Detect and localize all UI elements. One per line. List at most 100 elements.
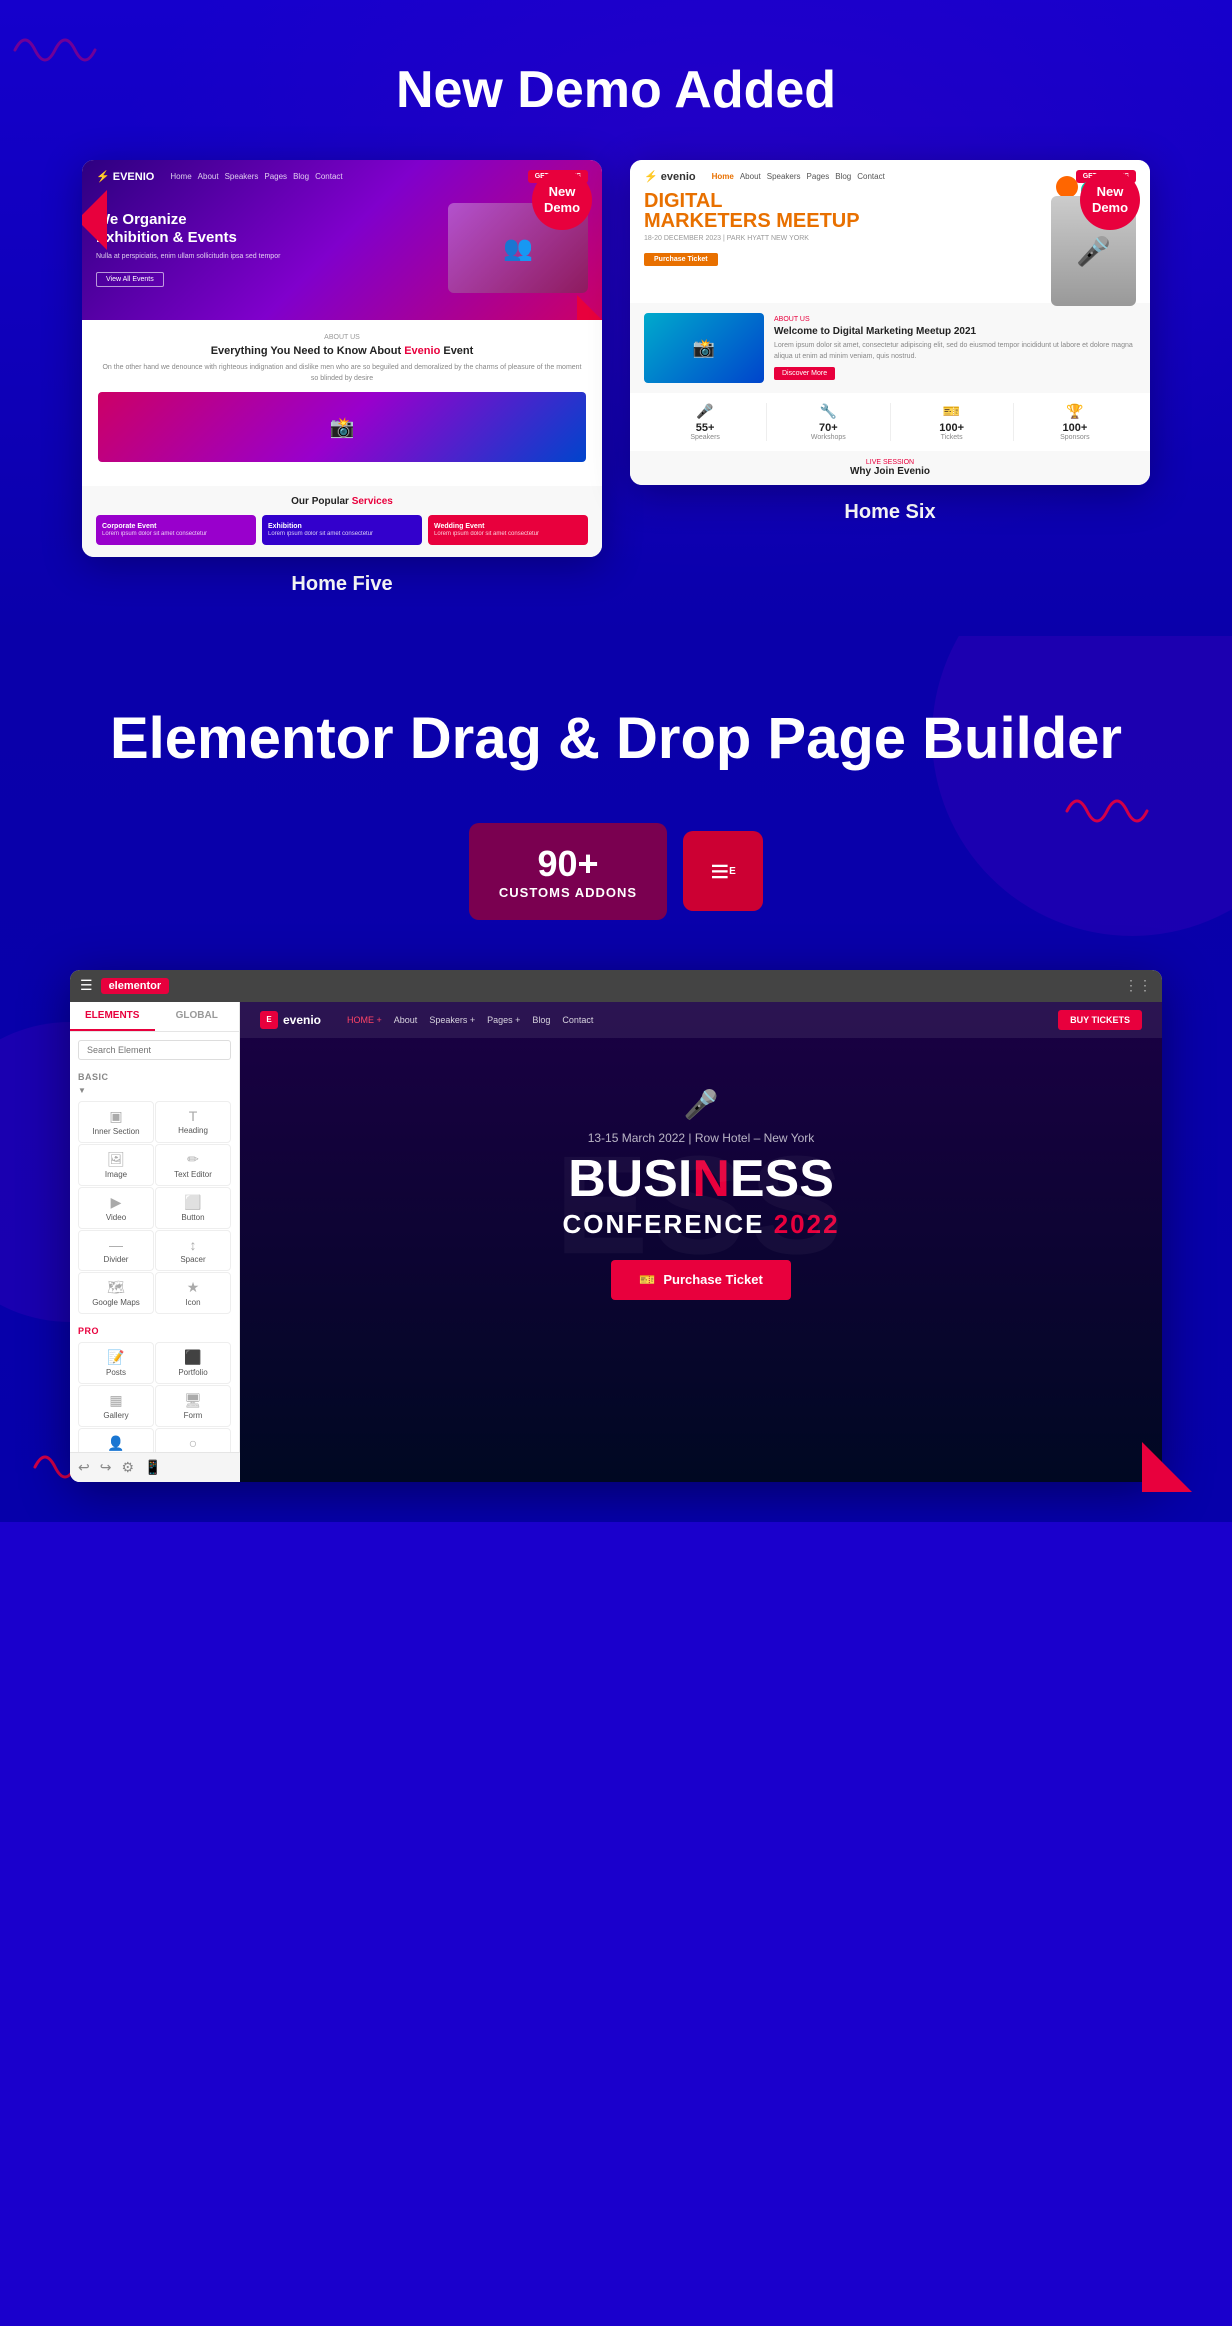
elementor-section: Elementor Drag & Drop Page Builder 90+ C… [0,636,1232,1522]
addons-label: CUSTOMS ADDONS [499,885,637,900]
card-six-logo: ⚡ evenio [644,170,696,183]
widget-google-maps[interactable]: 🗺 Google Maps [78,1272,154,1314]
widget-label: Spacer [160,1255,226,1264]
widget-inner-section[interactable]: ▣ Inner Section [78,1101,154,1143]
nav-link-pages[interactable]: Pages + [487,1015,520,1025]
card-five-hero-btn[interactable]: View All Events [96,272,164,287]
stat-workshops-num: 70+ [767,422,889,434]
card-six-why-title: Why Join Evenio [644,466,1136,477]
purchase-ticket-button[interactable]: 🎫 Purchase Ticket [611,1260,791,1300]
image-icon: 🖼 [83,1151,149,1168]
history-icon[interactable]: ↩ [78,1459,90,1476]
gallery-icon: ▦ [83,1392,149,1409]
card-five-services-grid: Corporate EventLorem ipsum dolor sit ame… [96,515,588,545]
redo-icon[interactable]: ↪ [100,1459,112,1476]
stat-speakers-icon: 🎤 [644,403,766,420]
card-six-about: 📸 ABOUT US Welcome to Digital Marketing … [630,303,1150,393]
text-editor-icon: ✏ [160,1151,226,1168]
card-six-nav-links: HomeAboutSpeakersPagesBlogContact [712,172,885,181]
elementor-main: ELEMENTS GLOBAL BASIC ▼ ▣ Inner Section [70,1002,1162,1482]
settings-icon[interactable]: ⚙ [121,1459,134,1476]
sidebar-toggle-label: ▼ [78,1086,86,1095]
device-icon[interactable]: 📱 [144,1459,161,1476]
nav-link-speakers[interactable]: Speakers + [429,1015,475,1025]
posts-icon: 📝 [83,1349,149,1366]
elementor-badges-row: 90+ CUSTOMS ADDONS ≡ E [60,823,1172,920]
divider-icon: — [83,1237,149,1253]
card-six-hero-btn[interactable]: Purchase Ticket [644,253,718,266]
canvas-hero-year: 2022 [774,1209,840,1239]
card-six-about-label: ABOUT US [774,316,1136,323]
form-icon: 🖥 [160,1392,226,1409]
canvas-hero-subtitle: CONFERENCE 2022 [280,1209,1122,1240]
tab-elements[interactable]: ELEMENTS [70,1002,155,1031]
card-six-about-title: Welcome to Digital Marketing Meetup 2021 [774,326,1136,337]
deco-triangle-bottom-right [1142,1442,1192,1492]
demo-card-five[interactable]: NewDemo ⚡ EVENIO HomeAboutSpeakersPagesB… [82,160,602,596]
widget-video[interactable]: ▶ Video [78,1187,154,1229]
widget-text-editor[interactable]: ✏ Text Editor [155,1144,231,1186]
nav-link-about[interactable]: About [394,1015,418,1025]
canvas-hero: ESS 🎤 13-15 March 2022 | Row Hotel – New… [240,1038,1162,1340]
service-item-wedding: Wedding EventLorem ipsum dolor sit amet … [428,515,588,545]
stat-workshops-icon: 🔧 [767,403,889,420]
widget-gallery[interactable]: ▦ Gallery [78,1385,154,1427]
card-five-nav: ⚡ EVENIO HomeAboutSpeakersPagesBlogConta… [96,170,588,183]
sidebar-tabs: ELEMENTS GLOBAL [70,1002,239,1032]
widget-label: Text Editor [160,1170,226,1179]
card-six-discover-btn[interactable]: Discover More [774,367,835,380]
nav-link-blog[interactable]: Blog [532,1015,550,1025]
canvas-logo-text: evenio [283,1013,321,1027]
widget-label: Divider [83,1255,149,1264]
hamburger-icon[interactable]: ☰ [80,977,93,994]
widget-image[interactable]: 🖼 Image [78,1144,154,1186]
inner-section-icon: ▣ [83,1108,149,1125]
canvas-mic-icon: 🎤 [280,1088,1122,1121]
demo-cards-row: NewDemo ⚡ EVENIO HomeAboutSpeakersPagesB… [60,160,1172,596]
nav-link-contact[interactable]: Contact [562,1015,593,1025]
widget-label: Button [160,1213,226,1222]
card-six-why-label: LIVE SESSION [644,459,1136,466]
widget-form[interactable]: 🖥 Form [155,1385,231,1427]
spacer-icon: ↕ [160,1237,226,1253]
demo-card-six[interactable]: NewDemo ⚡ evenio HomeAboutSpeakersPagesB… [630,160,1150,596]
new-demo-section: New Demo Added NewDemo ⚡ EVENIO HomeAbou… [0,0,1232,636]
card-five-hero-title: We OrganizeExhibition & Events [96,211,438,247]
canvas-nav-cta[interactable]: BUY TICKETS [1058,1010,1142,1030]
canvas-navbar: E evenio HOME + About Speakers + Pages +… [240,1002,1162,1038]
widget-posts[interactable]: 📝 Posts [78,1342,154,1384]
card-five-services-title: Our Popular Services [96,496,588,507]
card-six-why: LIVE SESSION Why Join Evenio [630,451,1150,485]
elementor-addons-badge: 90+ CUSTOMS ADDONS [469,823,667,920]
icon-icon: ★ [160,1279,226,1296]
widget-button[interactable]: ⬜ Button [155,1187,231,1229]
search-input[interactable] [78,1040,231,1060]
widget-spacer[interactable]: ↕ Spacer [155,1230,231,1271]
grid-icon: ⋮⋮ [1124,977,1152,994]
widget-label: Portfolio [160,1368,226,1377]
sidebar-search [70,1032,239,1068]
stat-sponsors-num: 100+ [1014,422,1136,434]
nav-link-home[interactable]: HOME + [347,1015,382,1025]
canvas-hero-title: BUSINESS [280,1153,1122,1205]
card-five-about-text: On the other hand we denounce with right… [98,363,586,384]
heading-icon: T [160,1108,226,1124]
widget-divider[interactable]: — Divider [78,1230,154,1271]
card-five-about: ABOUT US Everything You Need to Know Abo… [82,320,602,486]
widget-heading[interactable]: T Heading [155,1101,231,1143]
widget-label: Google Maps [83,1298,149,1307]
widget-portfolio[interactable]: ⬛ Portfolio [155,1342,231,1384]
basic-section-label: BASIC [70,1068,239,1084]
new-demo-title: New Demo Added [60,60,1172,120]
widget-icon[interactable]: ★ Icon [155,1272,231,1314]
stat-workshops: 🔧 70+ Workshops [767,403,890,441]
canvas-nav-links: HOME + About Speakers + Pages + Blog Con… [347,1015,593,1025]
video-icon: ▶ [83,1194,149,1211]
stat-tickets: 🎫 100+ Tickets [891,403,1014,441]
widget-label: Heading [160,1126,226,1135]
tab-global[interactable]: GLOBAL [155,1002,240,1031]
stat-sponsors-icon: 🏆 [1014,403,1136,420]
elementor-sidebar: ELEMENTS GLOBAL BASIC ▼ ▣ Inner Section [70,1002,240,1482]
card-six-header: ⚡ evenio HomeAboutSpeakersPagesBlogConta… [630,160,1150,303]
sidebar-bottom-toolbar: ↩ ↪ ⚙ 📱 [70,1452,240,1482]
